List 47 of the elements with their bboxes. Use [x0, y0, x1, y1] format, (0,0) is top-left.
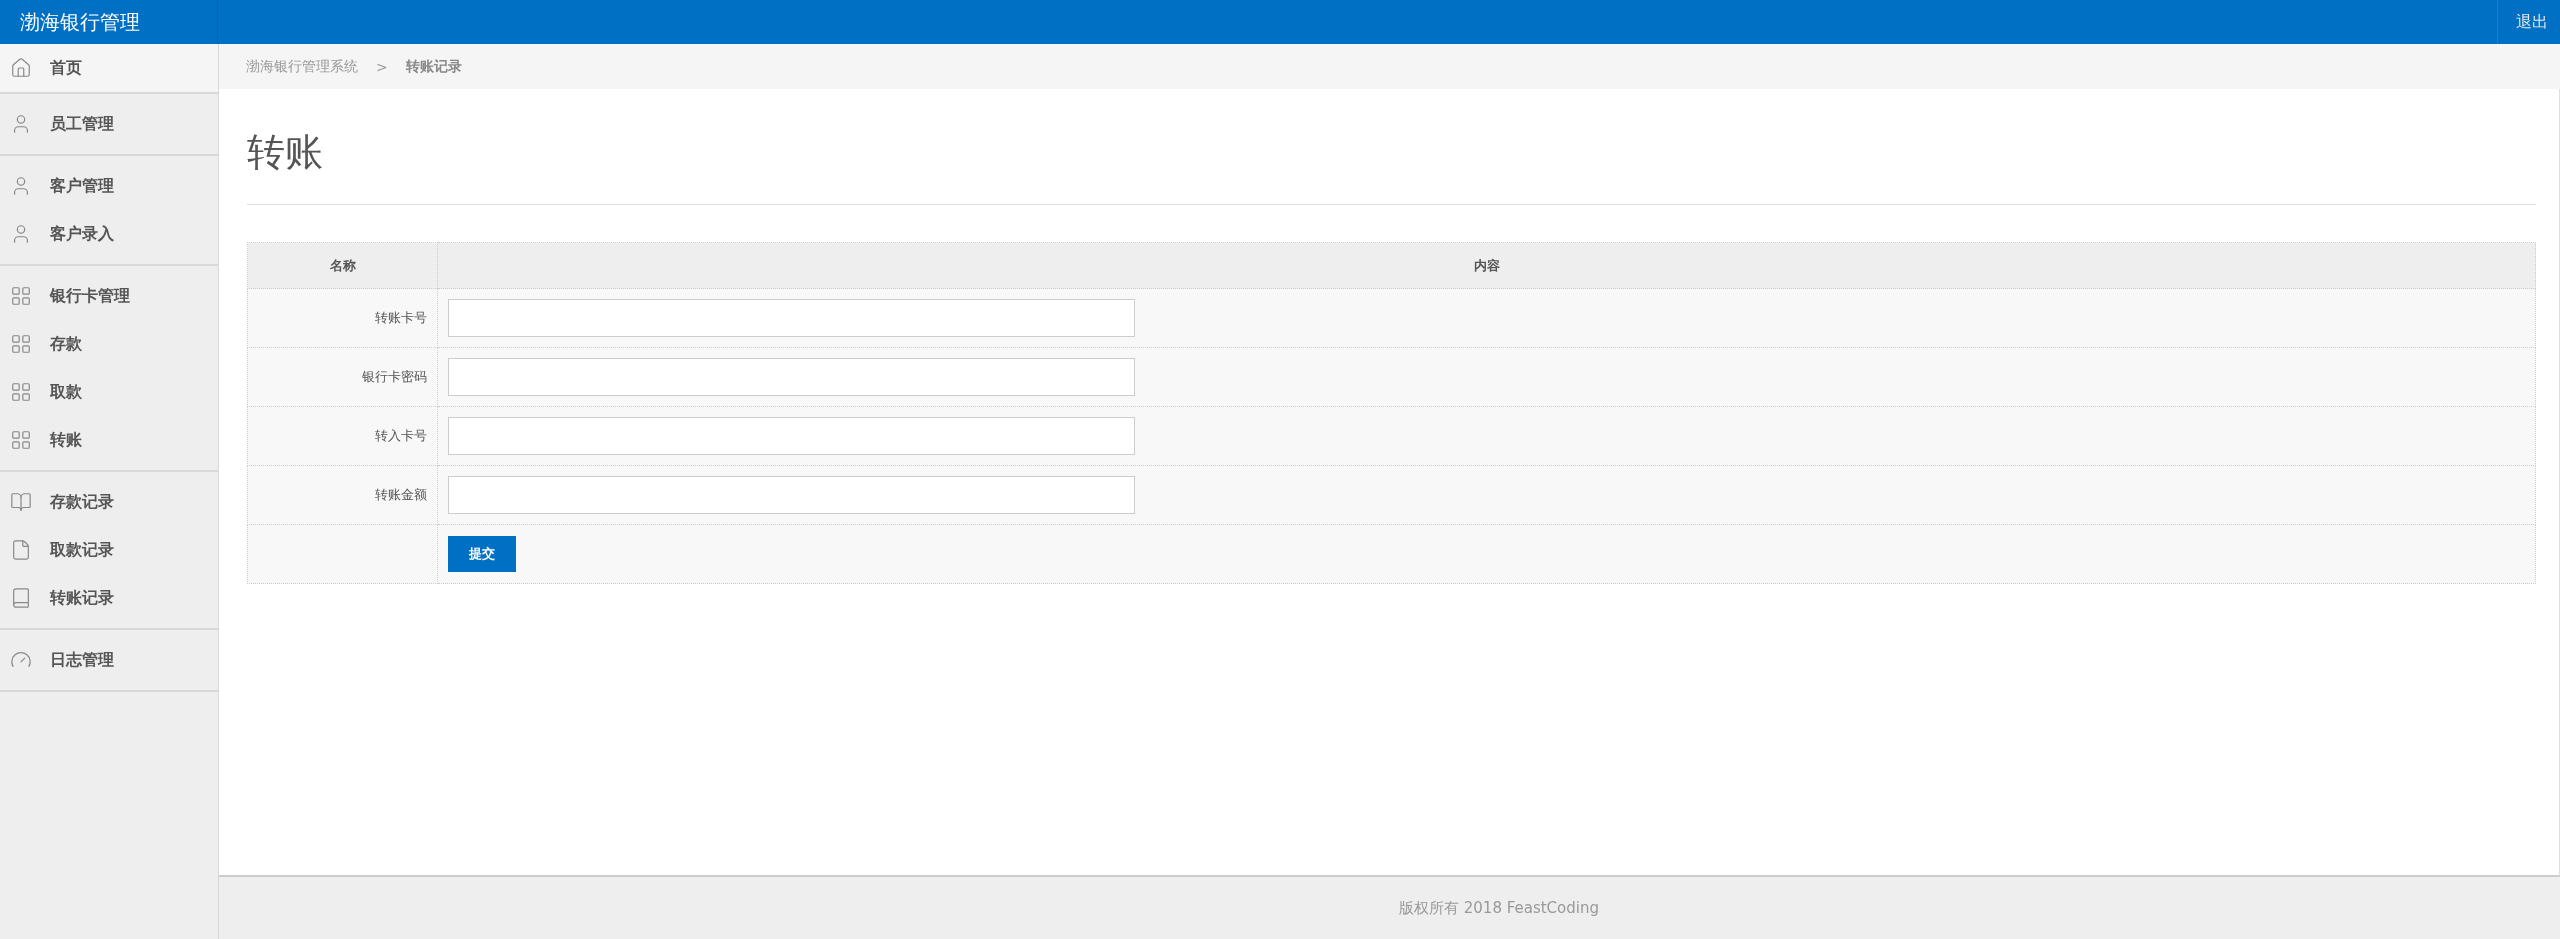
grid-icon: [10, 381, 32, 403]
breadcrumb-separator: >: [376, 58, 388, 75]
field-label: 转账卡号: [247, 288, 438, 348]
column-header: 名称: [247, 242, 438, 289]
book-icon: [10, 587, 32, 609]
sidebar-item-label: 客户录入: [50, 223, 114, 245]
sidebar-item[interactable]: 客户录入: [0, 210, 218, 258]
sidebar-item[interactable]: 存款: [0, 320, 218, 368]
sidebar-item-label: 存款: [50, 333, 82, 355]
sidebar-item-label: 员工管理: [50, 113, 114, 135]
sidebar-item-label: 日志管理: [50, 649, 114, 671]
sidebar-item[interactable]: 银行卡管理: [0, 272, 218, 320]
submit-button[interactable]: 提交: [448, 536, 516, 572]
home-icon: [10, 57, 32, 79]
sidebar-item-label: 取款记录: [50, 539, 114, 561]
copyright-text: 版权所有 2018 FeastCoding: [1398, 897, 1600, 919]
sidebar-item[interactable]: 取款记录: [0, 526, 218, 574]
sidebar-item-label: 取款: [50, 381, 82, 403]
file-icon: [10, 539, 32, 561]
sidebar-item-label: 转账: [50, 429, 82, 451]
sidebar-item-label: 首页: [50, 57, 82, 79]
input-field[interactable]: [448, 417, 1135, 455]
input-field[interactable]: [448, 299, 1135, 337]
sidebar-item[interactable]: 首页: [0, 44, 218, 92]
sidebar-item[interactable]: 转账记录: [0, 574, 218, 622]
sidebar-item[interactable]: 转账: [0, 416, 218, 464]
sidebar-item[interactable]: 取款: [0, 368, 218, 416]
grid-icon: [10, 333, 32, 355]
sidebar-item[interactable]: 客户管理: [0, 162, 218, 210]
sidebar-item-label: 银行卡管理: [50, 285, 130, 307]
field-label: 转账金额: [247, 465, 438, 525]
sidebar-item[interactable]: 存款记录: [0, 478, 218, 526]
input-field[interactable]: [448, 476, 1135, 514]
grid-icon: [10, 285, 32, 307]
open-book-icon: [10, 491, 32, 513]
sidebar-item[interactable]: 员工管理: [0, 100, 218, 148]
field-label: 银行卡密码: [247, 347, 438, 407]
sidebar-item[interactable]: 日志管理: [0, 636, 218, 684]
sidebar-item-label: 存款记录: [50, 491, 114, 513]
sidebar-item-label: 客户管理: [50, 175, 114, 197]
breadcrumb-link[interactable]: 转账记录: [405, 57, 462, 76]
grid-icon: [10, 429, 32, 451]
field-label: 转入卡号: [247, 406, 438, 466]
input-field[interactable]: [448, 358, 1135, 396]
column-header: 内容: [437, 242, 2536, 289]
sidebar-item-label: 转账记录: [50, 587, 114, 609]
page-title: 转账: [247, 89, 2536, 205]
